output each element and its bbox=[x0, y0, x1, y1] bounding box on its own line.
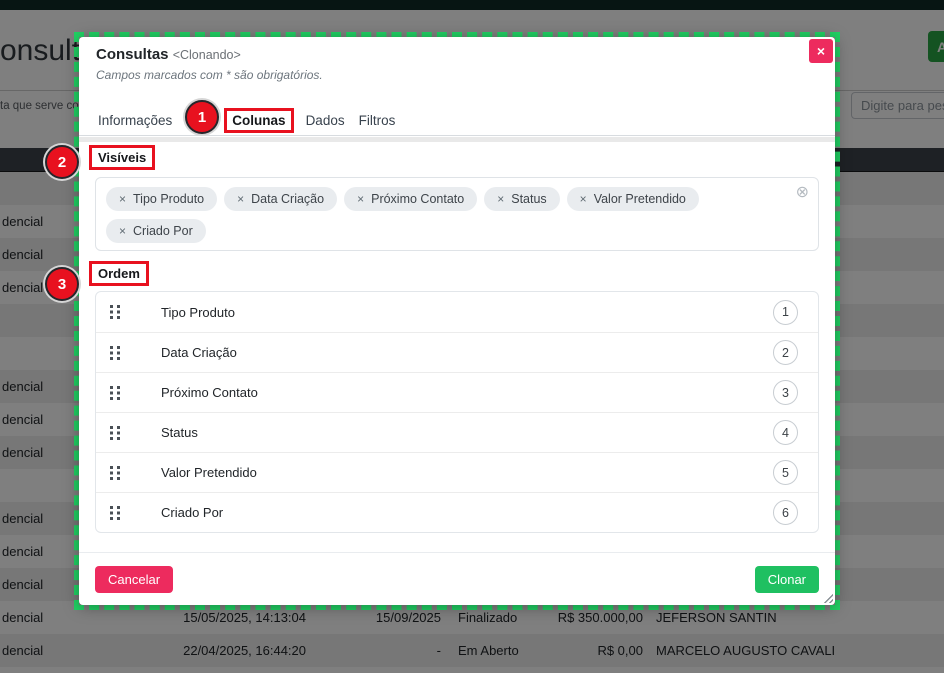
order-number-badge: 3 bbox=[773, 380, 798, 405]
order-number-badge: 1 bbox=[773, 299, 798, 325]
order-item-label: Criado Por bbox=[161, 505, 224, 520]
column-order-list: Tipo Produto 1 Data Criação 2 Próximo Contat… bbox=[95, 291, 819, 533]
column-chip[interactable]: × Criado Por bbox=[106, 219, 206, 243]
clear-all-icon[interactable]: ⊗ bbox=[796, 185, 809, 201]
order-number-badge: 4 bbox=[773, 420, 798, 445]
annotation-badge-1: 1 bbox=[185, 100, 219, 134]
order-item[interactable]: Status 4 bbox=[96, 412, 818, 452]
order-number-badge: 2 bbox=[773, 340, 798, 365]
order-number-badge: 5 bbox=[773, 460, 798, 485]
drag-handle-icon[interactable] bbox=[110, 385, 121, 400]
remove-chip-icon[interactable]: × bbox=[357, 192, 364, 206]
order-item-label: Próximo Contato bbox=[161, 385, 258, 400]
clone-button[interactable]: Clonar bbox=[754, 565, 819, 593]
order-item-label: Data Criação bbox=[161, 345, 237, 360]
remove-chip-icon[interactable]: × bbox=[237, 192, 244, 206]
ordem-section-header: Ordem bbox=[89, 261, 819, 287]
column-chip[interactable]: × Status bbox=[484, 187, 560, 211]
chip-label: Criado Por bbox=[133, 224, 193, 238]
drag-handle-icon[interactable] bbox=[110, 425, 121, 440]
chip-label: Tipo Produto bbox=[133, 192, 205, 206]
remove-chip-icon[interactable]: × bbox=[119, 192, 126, 206]
close-button[interactable]: × bbox=[809, 39, 833, 63]
ordem-heading: Ordem bbox=[89, 261, 149, 286]
tab-colunas[interactable]: Colunas bbox=[224, 107, 294, 133]
remove-chip-icon[interactable]: × bbox=[580, 192, 587, 206]
drag-handle-icon[interactable] bbox=[110, 465, 121, 480]
order-item-label: Tipo Produto bbox=[161, 304, 235, 320]
visible-columns-box[interactable]: ⊗ × Tipo Produto × Data Criação × Próximo Con… bbox=[95, 177, 819, 251]
modal-body: Visíveis ⊗ × Tipo Produto × Data Criação × Pr… bbox=[89, 141, 819, 552]
remove-chip-icon[interactable]: × bbox=[497, 192, 504, 206]
order-number-badge: 6 bbox=[773, 500, 798, 525]
tab-informacoes[interactable]: Informações bbox=[98, 113, 172, 128]
chip-label: Próximo Contato bbox=[371, 192, 465, 206]
modal-title-text: Consultas bbox=[96, 46, 169, 63]
drag-handle-icon[interactable] bbox=[110, 345, 121, 360]
order-item[interactable]: Próximo Contato 3 bbox=[96, 372, 818, 412]
tab-filtros[interactable]: Filtros bbox=[359, 113, 396, 128]
annotation-badge-2: 2 bbox=[45, 145, 79, 179]
remove-chip-icon[interactable]: × bbox=[119, 224, 126, 238]
modal-title-suffix: <Clonando> bbox=[172, 48, 241, 62]
order-item[interactable]: Data Criação 2 bbox=[96, 332, 818, 372]
visiveis-heading: Visíveis bbox=[89, 145, 156, 170]
order-item-label: Valor Pretendido bbox=[161, 465, 257, 480]
order-item[interactable]: Tipo Produto 1 bbox=[96, 292, 818, 332]
order-item-label: Status bbox=[161, 425, 198, 440]
modal-title: Consultas <Clonando> bbox=[96, 46, 241, 63]
cancel-button[interactable]: Cancelar bbox=[95, 565, 174, 593]
chip-label: Status bbox=[511, 192, 547, 206]
drag-handle-icon[interactable] bbox=[110, 305, 121, 319]
chip-label: Data Criação bbox=[251, 192, 325, 206]
visiveis-section-header: Visíveis bbox=[89, 145, 819, 171]
modal-subtitle: Campos marcados com * são obrigatórios. bbox=[96, 68, 323, 82]
chip-label: Valor Pretendido bbox=[593, 192, 686, 206]
drag-handle-icon[interactable] bbox=[110, 505, 121, 520]
annotation-badge-3: 3 bbox=[45, 267, 79, 301]
modal-footer: Cancelar Clonar bbox=[79, 552, 835, 605]
column-chip[interactable]: × Valor Pretendido bbox=[566, 187, 699, 211]
order-item[interactable]: Valor Pretendido 5 bbox=[96, 452, 818, 492]
tab-dados[interactable]: Dados bbox=[306, 113, 345, 128]
order-item[interactable]: Criado Por 6 bbox=[96, 492, 818, 532]
column-chip[interactable]: × Próximo Contato bbox=[344, 187, 478, 211]
column-chip[interactable]: × Data Criação bbox=[224, 187, 338, 211]
column-chip[interactable]: × Tipo Produto bbox=[106, 187, 218, 211]
